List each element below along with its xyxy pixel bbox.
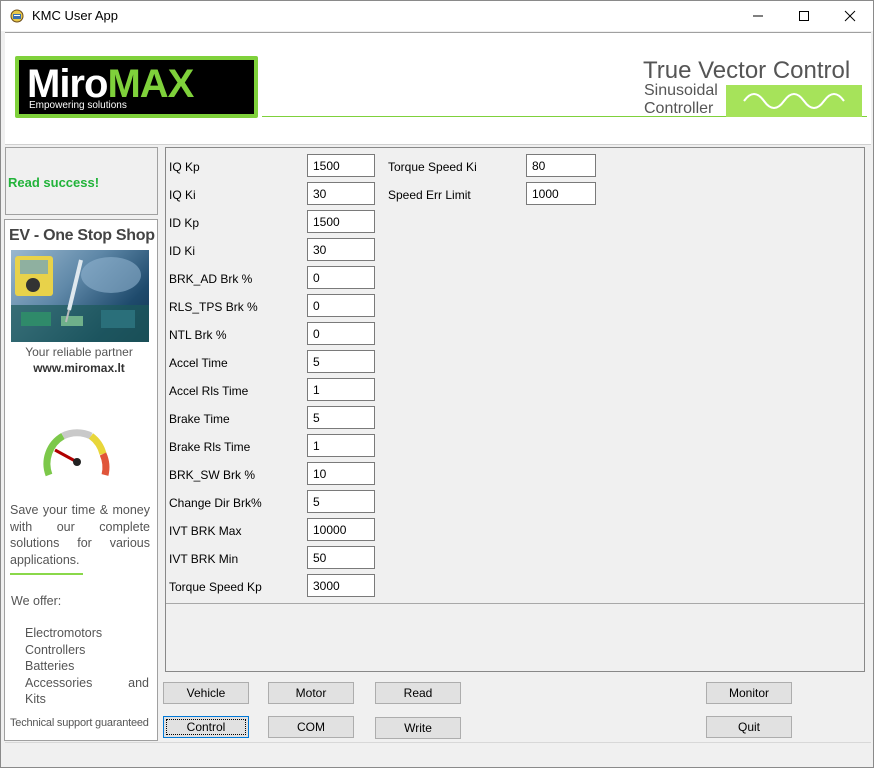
parameters-panel: IQ Kp IQ Ki ID Kp ID Ki BRK_AD Brk % RLS…: [165, 147, 865, 672]
param-label-brake-rls-time: Brake Rls Time: [169, 440, 251, 454]
ad-offer-item: Electromotors: [25, 626, 103, 640]
param-input-torque-speed-kp[interactable]: [307, 574, 375, 597]
ad-title: EV - One Stop Shop: [9, 227, 155, 244]
ad-support-text: Technical support guaranteed: [10, 717, 149, 729]
param-label-speed-err-limit: Speed Err Limit: [388, 188, 471, 202]
param-input-id-kp[interactable]: [307, 210, 375, 233]
param-input-id-ki[interactable]: [307, 238, 375, 261]
read-button[interactable]: Read: [375, 682, 461, 704]
param-input-ntl-brk[interactable]: [307, 322, 375, 345]
sine-wave-icon: [726, 85, 862, 117]
quit-button[interactable]: Quit: [706, 716, 792, 738]
product-subtitle-1: Sinusoidal: [644, 82, 718, 99]
parameters-area: IQ Kp IQ Ki ID Kp ID Ki BRK_AD Brk % RLS…: [166, 148, 864, 604]
monitor-button[interactable]: Monitor: [706, 682, 792, 704]
ad-panel: EV - One Stop Shop Your reliable partner…: [4, 219, 158, 741]
param-input-brake-rls-time[interactable]: [307, 434, 375, 457]
ad-offer-list: Electromotors Controllers Batteries Acce…: [25, 625, 149, 708]
speedometer-icon: [43, 429, 110, 477]
param-label-id-ki: ID Ki: [169, 244, 196, 258]
ad-offer-item: Kits: [25, 692, 46, 706]
minimize-icon: [753, 15, 763, 17]
maximize-button[interactable]: [781, 1, 827, 31]
param-label-torque-speed-ki: Torque Speed Ki: [388, 160, 477, 174]
param-input-change-dir[interactable]: [307, 490, 375, 513]
param-input-brake-time[interactable]: [307, 406, 375, 429]
ad-offer-item: Controllers: [25, 642, 86, 657]
status-bar-divider: [5, 742, 871, 743]
product-subtitle-2: Controller: [644, 100, 714, 117]
com-button[interactable]: COM: [268, 716, 354, 738]
app-window: KMC User App MiroMAX Empowering solution…: [0, 0, 874, 768]
param-label-iq-kp: IQ Kp: [169, 160, 200, 174]
param-input-ivt-brk-min[interactable]: [307, 546, 375, 569]
param-input-rls-tps[interactable]: [307, 294, 375, 317]
param-input-iq-ki[interactable]: [307, 182, 375, 205]
param-input-brk-ad[interactable]: [307, 266, 375, 289]
ad-offer-item: Accessories and: [25, 675, 149, 690]
ad-divider: [10, 573, 83, 575]
param-label-accel-rls-time: Accel Rls Time: [169, 384, 249, 398]
ad-photo: [11, 250, 149, 342]
title-bar: KMC User App: [1, 1, 873, 31]
motor-button[interactable]: Motor: [268, 682, 354, 704]
status-box: Read success!: [5, 147, 158, 215]
write-button[interactable]: Write: [375, 717, 461, 739]
param-input-brk-sw[interactable]: [307, 462, 375, 485]
vehicle-button[interactable]: Vehicle: [163, 682, 249, 704]
product-title: True Vector Control: [643, 57, 851, 84]
status-message: Read success!: [8, 175, 100, 190]
param-label-iq-ki: IQ Ki: [169, 188, 196, 202]
param-input-accel-time[interactable]: [307, 350, 375, 373]
ad-offer-item: Batteries: [25, 659, 75, 673]
ad-save-text: Save your time & money with our complete…: [10, 503, 150, 567]
ad-offer-title: We offer:: [11, 594, 62, 608]
close-button[interactable]: [827, 1, 873, 31]
param-label-brk-sw: BRK_SW Brk %: [169, 468, 256, 482]
param-label-change-dir: Change Dir Brk%: [169, 496, 262, 510]
logo-tagline: Empowering solutions: [29, 100, 127, 111]
param-label-rls-tps: RLS_TPS Brk %: [169, 300, 258, 314]
param-label-ivt-brk-min: IVT BRK Min: [169, 552, 239, 566]
param-label-ivt-brk-max: IVT BRK Max: [169, 524, 242, 538]
app-icon: [10, 9, 24, 23]
param-input-iq-kp[interactable]: [307, 154, 375, 177]
window-title: KMC User App: [32, 8, 118, 23]
param-label-brake-time: Brake Time: [169, 412, 230, 426]
param-input-speed-err-limit[interactable]: [526, 182, 596, 205]
param-label-id-kp: ID Kp: [169, 216, 200, 230]
param-label-ntl-brk: NTL Brk %: [169, 328, 227, 342]
param-input-torque-speed-ki[interactable]: [526, 154, 596, 177]
minimize-button[interactable]: [735, 1, 781, 31]
param-label-accel-time: Accel Time: [169, 356, 228, 370]
param-input-ivt-brk-max[interactable]: [307, 518, 375, 541]
ad-url: www.miromax.lt: [33, 361, 125, 375]
maximize-icon: [799, 11, 809, 21]
ad-partner-text: Your reliable partner: [25, 345, 133, 359]
param-label-torque-speed-kp: Torque Speed Kp: [169, 580, 262, 594]
header-banner: MiroMAX Empowering solutions True Vector…: [5, 32, 871, 145]
close-icon: [844, 10, 856, 22]
param-label-brk-ad: BRK_AD Brk %: [169, 272, 253, 286]
miromax-logo: MiroMAX Empowering solutions: [15, 56, 258, 118]
param-input-accel-rls-time[interactable]: [307, 378, 375, 401]
control-button[interactable]: Control: [163, 716, 249, 738]
